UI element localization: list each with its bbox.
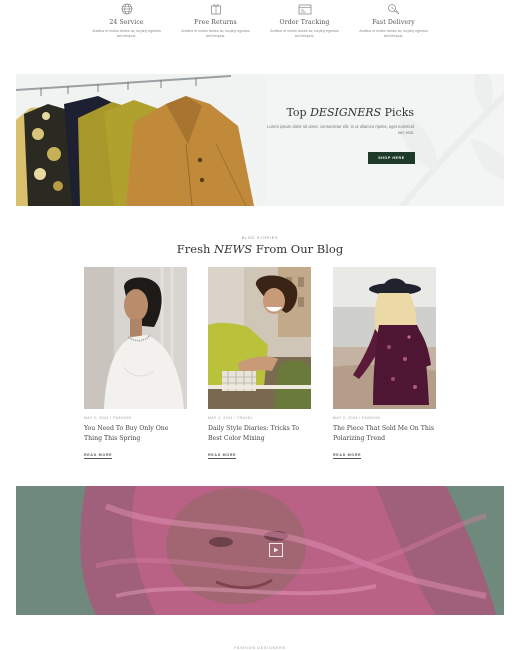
blog-post-card: MAY 2, 2024 / TRAVEL Daily Style Diaries… [208,267,311,461]
read-more-link[interactable]: READ MORE [333,453,362,459]
post-meta: MAY 2, 2024 / TRAVEL [208,416,253,420]
blog-post-card: MAY 2, 2024 / FASHION The Piece That Sol… [333,267,436,461]
footer-label: FASHION DESIGNERS [234,646,286,650]
leaf-shadow-decoration [398,74,504,206]
post-title-link[interactable]: The Piece That Sold Me On This Polarizin… [333,424,436,443]
post-image-woman-hat-beach[interactable] [333,267,436,409]
video-banner[interactable] [16,486,504,615]
play-icon [274,547,279,553]
gift-box-icon [210,4,221,15]
play-video-button[interactable] [269,543,283,557]
post-title-link[interactable]: Daily Style Diaries: Tricks To Best Colo… [208,424,311,443]
post-image-woman-laughing-balcony[interactable] [208,267,311,409]
post-meta: MAY 2, 2024 / FASHION [84,416,132,420]
banner-title-suffix: Picks [384,106,414,119]
blog-title-prefix: Fresh [176,242,211,256]
banner-title-emphasis: DESIGNERS [310,106,382,119]
blog-title-emphasis: NEWS [214,242,253,256]
calendar-icon [298,4,311,15]
feature-title: Order Tracking [279,19,330,26]
feature-description: Aneltus et moles fames ac, turpiriy eges… [92,29,161,39]
delivery-icon [387,4,399,15]
feature-title: Free Returns [194,19,237,26]
feature-description: Aneltus et moles fames ac, turpiriy eges… [359,29,428,39]
clothes-rack-photo [16,74,266,206]
read-more-link[interactable]: READ MORE [208,453,237,459]
banner-description: Lorem ipsum dolor sit amet, consectetur … [267,124,414,135]
feature-tracking: Order Tracking Aneltus et moles fames ac… [260,0,349,60]
feature-returns: Free Returns Aneltus et moles fames ac, … [171,0,260,60]
features-row: 24 Service Aneltus et moles fames ac, tu… [82,0,438,60]
feature-delivery: Fast Delivery Aneltus et moles fames ac,… [349,0,438,60]
feature-description: Aneltus et moles fames ac, turpiriy eges… [270,29,339,39]
blog-eyebrow: BLOG STORIES [241,236,279,240]
banner-title: Top DESIGNERS Picks [264,106,414,119]
blog-title-suffix: From Our Blog [255,242,344,256]
banner-text: Top DESIGNERS Picks Lorem ipsum dolor si… [264,106,414,136]
post-title-link[interactable]: You Need To Buy Only One Thing This Spri… [84,424,187,443]
feature-title: 24 Service [109,19,144,26]
blog-section-title: Fresh NEWS From Our Blog [0,242,520,256]
video-cover-image [16,486,504,615]
shop-here-button[interactable]: SHOP HERE [368,152,415,164]
post-meta: MAY 2, 2024 / FASHION [333,416,381,420]
blog-post-card: MAY 2, 2024 / FASHION You Need To Buy On… [84,267,187,461]
feature-title: Fast Delivery [372,19,415,26]
designers-banner: Top DESIGNERS Picks Lorem ipsum dolor si… [16,74,504,206]
post-image-woman-white-blouse[interactable] [84,267,187,409]
read-more-link[interactable]: READ MORE [84,453,113,459]
globe-icon [121,3,132,15]
banner-title-prefix: Top [286,106,307,119]
feature-description: Aneltus et moles fames ac, turpiriy eges… [181,29,250,39]
feature-service: 24 Service Aneltus et moles fames ac, tu… [82,0,171,60]
